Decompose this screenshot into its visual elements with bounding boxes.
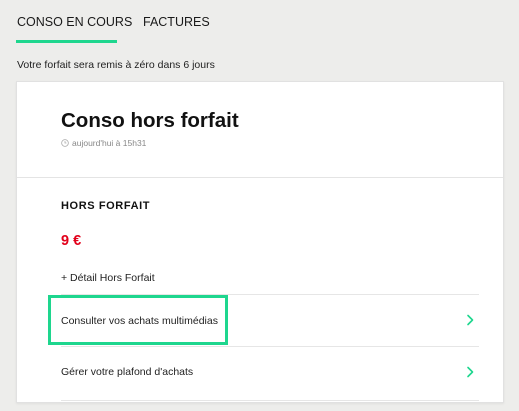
tab-factures[interactable]: FACTURES	[143, 15, 210, 29]
conso-card: Conso hors forfait aujourd'hui à 15h31 H…	[16, 81, 504, 403]
row-label: Gérer votre plafond d'achats	[61, 366, 194, 378]
divider	[17, 177, 503, 178]
clock-icon	[61, 139, 69, 147]
tab-conso-en-cours[interactable]: CONSO EN COURS	[17, 15, 132, 29]
hors-forfait-amount: 9 €	[61, 233, 82, 249]
divider	[61, 294, 479, 295]
card-title: Conso hors forfait	[61, 109, 239, 132]
row-label: Consulter vos achats multimédias	[61, 315, 218, 327]
section-label: HORS FORFAIT	[61, 200, 151, 212]
timestamp-text: aujourd'hui à 15h31	[72, 138, 147, 148]
active-tab-indicator	[16, 40, 117, 43]
chevron-right-icon	[467, 314, 474, 326]
divider	[61, 346, 479, 347]
timestamp: aujourd'hui à 15h31	[61, 138, 146, 148]
reset-notice: Votre forfait sera remis à zéro dans 6 j…	[17, 59, 215, 71]
divider	[61, 400, 479, 401]
chevron-right-icon	[467, 366, 474, 378]
detail-hors-forfait-link[interactable]: + Détail Hors Forfait	[61, 272, 155, 284]
gerer-plafond-achats-row[interactable]: Gérer votre plafond d'achats	[61, 352, 479, 392]
tab-bar: CONSO EN COURS FACTURES	[0, 0, 519, 46]
consulter-achats-multimedias-row[interactable]: Consulter vos achats multimédias	[61, 300, 479, 340]
